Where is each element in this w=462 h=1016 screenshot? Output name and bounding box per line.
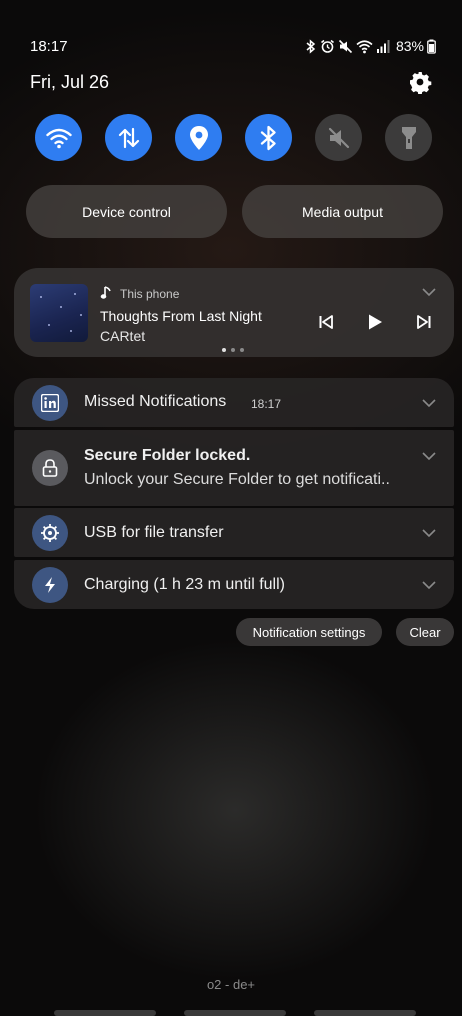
previous-track-icon[interactable]	[318, 314, 334, 330]
lock-icon	[42, 459, 58, 477]
chevron-down-icon[interactable]	[422, 399, 436, 408]
settings-button[interactable]	[408, 70, 432, 95]
page-dot	[240, 348, 244, 352]
nav-bar-hint	[184, 1010, 286, 1016]
wifi-icon	[45, 128, 72, 148]
media-source: This phone	[120, 287, 180, 301]
notification-secure-folder[interactable]: Secure Folder locked. Unlock your Secure…	[14, 430, 454, 506]
battery-percentage: 83%	[395, 38, 424, 54]
status-bar: 18:17 83%	[30, 36, 436, 58]
chevron-down-icon[interactable]	[422, 581, 436, 590]
linkedin-icon	[41, 394, 59, 412]
lightning-bolt-icon	[45, 577, 55, 593]
flashlight-icon	[401, 126, 416, 149]
mobile-data-toggle[interactable]	[105, 114, 152, 161]
notification-title: Charging (1 h 23 m until full)	[84, 576, 285, 593]
play-icon[interactable]	[366, 313, 384, 331]
wifi-status-icon	[356, 39, 373, 53]
media-output-button[interactable]: Media output	[242, 185, 443, 238]
alarm-icon	[320, 39, 334, 53]
chevron-down-icon[interactable]	[422, 288, 436, 297]
nav-bar-hint	[54, 1010, 156, 1016]
charging-app-icon	[32, 567, 68, 603]
carrier-label: o2 - de+	[206, 977, 256, 992]
system-app-icon	[32, 515, 68, 551]
notification-title: Missed Notifications	[84, 393, 227, 410]
notification-text: Unlock your Secure Folder to get notific…	[84, 471, 390, 488]
flashlight-toggle[interactable]	[385, 114, 432, 161]
gear-icon	[410, 72, 432, 95]
chevron-down-icon[interactable]	[422, 529, 436, 538]
media-title: Thoughts From Last Night	[100, 308, 262, 324]
bluetooth-toggle[interactable]	[245, 114, 292, 161]
clear-button[interactable]: Clear	[396, 618, 454, 646]
date-label: Fri, Jul 26	[30, 72, 110, 92]
android-system-icon	[41, 524, 59, 542]
notification-title: Secure Folder locked.	[84, 447, 251, 464]
secure-folder-app-icon	[32, 450, 68, 486]
media-player-card[interactable]: This phone Thoughts From Last Night CARt…	[14, 268, 454, 357]
header-row: Fri, Jul 26	[30, 70, 432, 96]
wifi-toggle[interactable]	[35, 114, 82, 161]
nav-bar-hint	[314, 1010, 416, 1016]
notification-charging[interactable]: Charging (1 h 23 m until full)	[14, 560, 454, 609]
notification-time: 18:17	[251, 397, 282, 411]
location-pin-icon	[189, 125, 208, 150]
data-arrows-icon	[118, 127, 139, 148]
chevron-down-icon[interactable]	[422, 452, 436, 461]
status-time: 18:17	[30, 38, 68, 55]
page-dot	[222, 348, 226, 352]
notification-linkedin[interactable]: Missed Notifications 18:17	[14, 378, 454, 427]
sound-toggle[interactable]	[315, 114, 362, 161]
signal-icon	[376, 39, 390, 53]
quick-settings	[35, 114, 433, 162]
media-page-indicator	[222, 348, 244, 352]
location-toggle[interactable]	[175, 114, 222, 161]
battery-icon	[427, 39, 436, 54]
status-icons: 83%	[305, 38, 436, 54]
notification-title: USB for file transfer	[84, 524, 224, 541]
bluetooth-status-icon	[306, 38, 316, 54]
next-track-icon[interactable]	[416, 314, 432, 330]
album-art	[30, 284, 88, 342]
notification-settings-button[interactable]: Notification settings	[236, 618, 382, 646]
music-note-icon	[100, 286, 111, 299]
linkedin-app-icon	[32, 385, 68, 421]
media-artist: CARtet	[100, 328, 146, 344]
page-dot	[231, 348, 235, 352]
mute-status-icon	[338, 39, 353, 53]
mute-icon	[328, 127, 349, 148]
bluetooth-icon	[260, 125, 276, 150]
notification-usb[interactable]: USB for file transfer	[14, 508, 454, 557]
device-control-button[interactable]: Device control	[26, 185, 227, 238]
